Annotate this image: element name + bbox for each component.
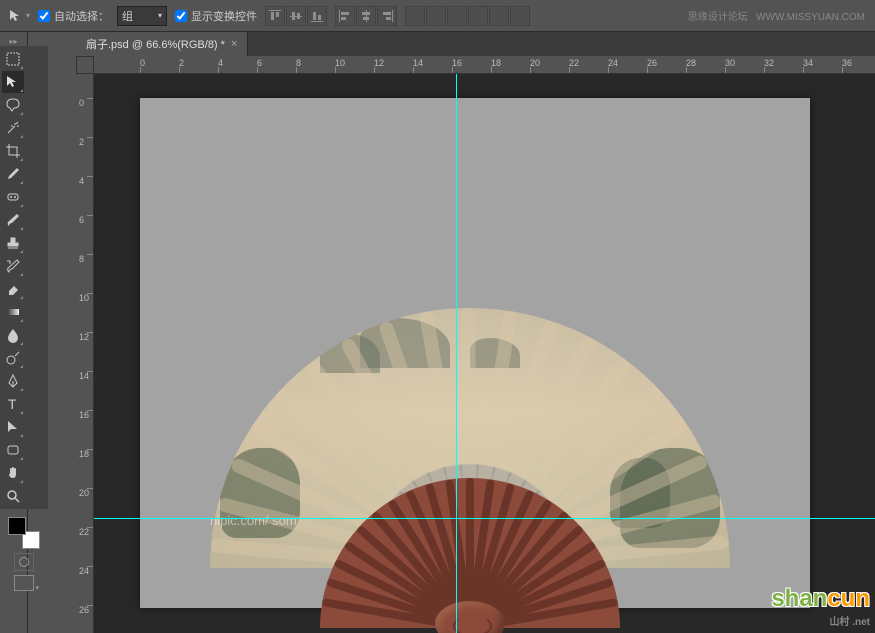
magic-wand-tool[interactable] (2, 117, 24, 139)
canvas-viewport[interactable]: nipic.com/ som (94, 74, 875, 633)
close-icon[interactable]: × (231, 38, 237, 50)
blur-tool[interactable] (2, 324, 24, 346)
horizontal-ruler[interactable]: 02468101214161820222426283032343638 (94, 56, 875, 74)
document-tab[interactable]: 扇子.psd @ 66.6%(RGB/8) * × (76, 32, 248, 56)
stamp-tool[interactable] (2, 232, 24, 254)
distribute-bottom-icon[interactable] (447, 6, 467, 26)
marquee-tool[interactable] (2, 48, 24, 70)
fan-artwork[interactable] (210, 308, 730, 628)
zoom-tool[interactable] (2, 485, 24, 507)
horizontal-guide[interactable] (94, 518, 875, 519)
screen-mode-toggle[interactable]: ▾ (14, 575, 34, 591)
ruler-origin[interactable] (76, 56, 94, 74)
distribute-buttons-group (405, 6, 530, 26)
history-brush-tool[interactable] (2, 255, 24, 277)
patch-tool[interactable] (2, 186, 24, 208)
distribute-vcenter-icon[interactable] (426, 6, 446, 26)
align-vcenter-icon[interactable] (286, 6, 306, 26)
auto-select-label: 自动选择： (54, 8, 109, 24)
align-hcenter-icon[interactable] (356, 6, 376, 26)
svg-text:T: T (8, 396, 17, 412)
crop-tool[interactable] (2, 140, 24, 162)
canvas-watermark: nipic.com/ som (210, 513, 297, 528)
show-transform-checkbox[interactable]: 显示变换控件 (175, 8, 257, 24)
path-select-tool[interactable] (2, 416, 24, 438)
foreground-color-swatch[interactable] (8, 517, 26, 535)
shape-tool[interactable] (2, 439, 24, 461)
document-tab-title: 扇子.psd @ 66.6%(RGB/8) * (86, 36, 225, 52)
current-tool-indicator[interactable]: ▾ (8, 8, 30, 24)
dodge-tool[interactable] (2, 347, 24, 369)
move-tool[interactable] (2, 71, 24, 93)
quick-mask-toggle[interactable] (14, 553, 34, 571)
eyedropper-tool[interactable] (2, 163, 24, 185)
distribute-hcenter-icon[interactable] (489, 6, 509, 26)
brush-tool[interactable] (2, 209, 24, 231)
align-top-icon[interactable] (265, 6, 285, 26)
shancun-logo: shancun 山村 .net (771, 585, 870, 628)
color-swatches: ▾ (0, 509, 48, 599)
header-watermark: 思缘设计论坛 WWW.MISSYUAN.COM (688, 8, 865, 23)
align-bottom-icon[interactable] (307, 6, 327, 26)
panel-dock-left: ▸▸ T (0, 32, 28, 633)
gradient-tool[interactable] (2, 301, 24, 323)
auto-select-mode-dropdown[interactable]: 组▾ (117, 6, 167, 26)
text-tool[interactable]: T (2, 393, 24, 415)
align-buttons-group-2 (335, 6, 397, 26)
show-transform-label: 显示变换控件 (191, 8, 257, 24)
canvas[interactable]: nipic.com/ som (140, 98, 810, 608)
distribute-left-icon[interactable] (468, 6, 488, 26)
pen-tool[interactable] (2, 370, 24, 392)
vertical-ruler[interactable]: 02468101214161820222426 (76, 74, 94, 633)
toolbox: T (0, 46, 48, 509)
align-buttons-group-1 (265, 6, 327, 26)
auto-select-checkbox[interactable]: 自动选择： (38, 8, 109, 24)
document-tab-bar: 扇子.psd @ 66.6%(RGB/8) * × (76, 32, 875, 56)
options-bar: ▾ 自动选择： 组▾ 显示变换控件 思缘设计论坛 WWW.MISSYUAN.CO… (0, 0, 875, 32)
hand-tool[interactable] (2, 462, 24, 484)
lasso-tool[interactable] (2, 94, 24, 116)
vertical-guide[interactable] (456, 74, 457, 633)
eraser-tool[interactable] (2, 278, 24, 300)
distribute-right-icon[interactable] (510, 6, 530, 26)
align-right-icon[interactable] (377, 6, 397, 26)
align-left-icon[interactable] (335, 6, 355, 26)
panel-collapse-icon[interactable]: ▸▸ (0, 36, 27, 46)
distribute-top-icon[interactable] (405, 6, 425, 26)
